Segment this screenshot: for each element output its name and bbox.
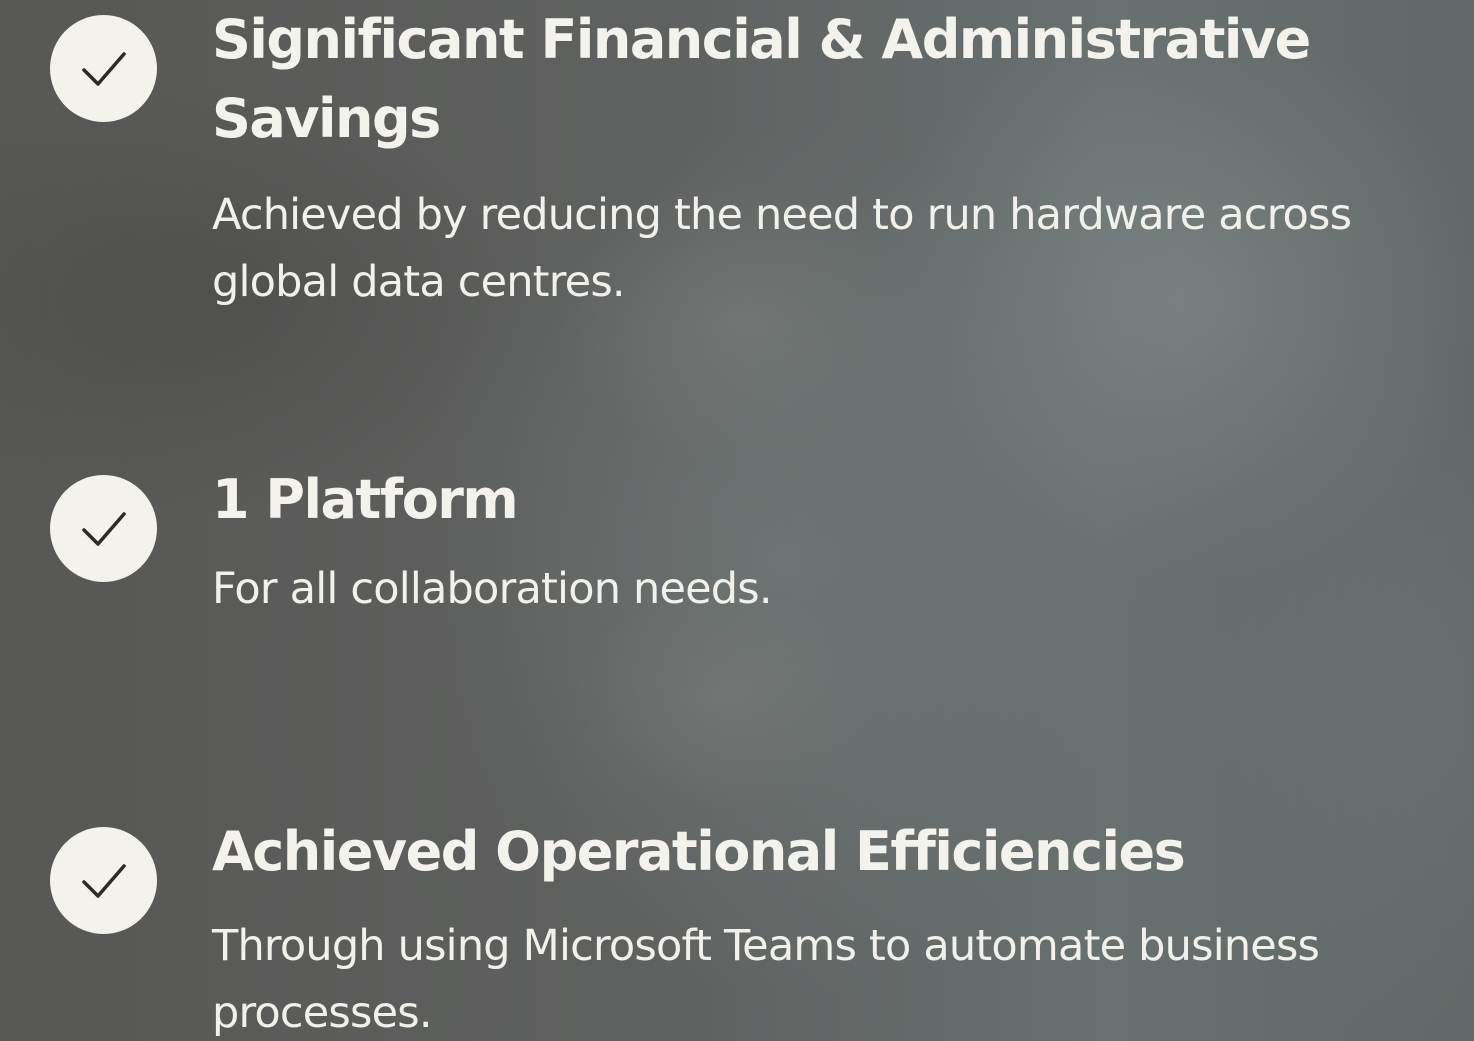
check-icon <box>50 827 157 934</box>
benefit-description: Achieved by reducing the need to run har… <box>212 190 1352 307</box>
benefit-text: Significant Financial & Administrative S… <box>212 0 1442 316</box>
benefit-description: Through using Microsoft Teams to automat… <box>212 921 1320 1038</box>
check-icon <box>50 15 157 122</box>
check-icon <box>50 475 157 582</box>
benefit-title: Significant Financial & Administrative S… <box>212 8 1311 150</box>
benefit-text: Achieved Operational Efficiencies Throug… <box>212 812 1442 1041</box>
benefit-description: For all collaboration needs. <box>212 564 773 614</box>
benefit-text: 1 Platform For all collaboration needs. <box>212 460 1442 623</box>
benefit-title: 1 Platform <box>212 468 519 531</box>
benefit-title: Achieved Operational Efficiencies <box>212 820 1186 883</box>
benefits-list: Significant Financial & Administrative S… <box>0 0 1474 1041</box>
